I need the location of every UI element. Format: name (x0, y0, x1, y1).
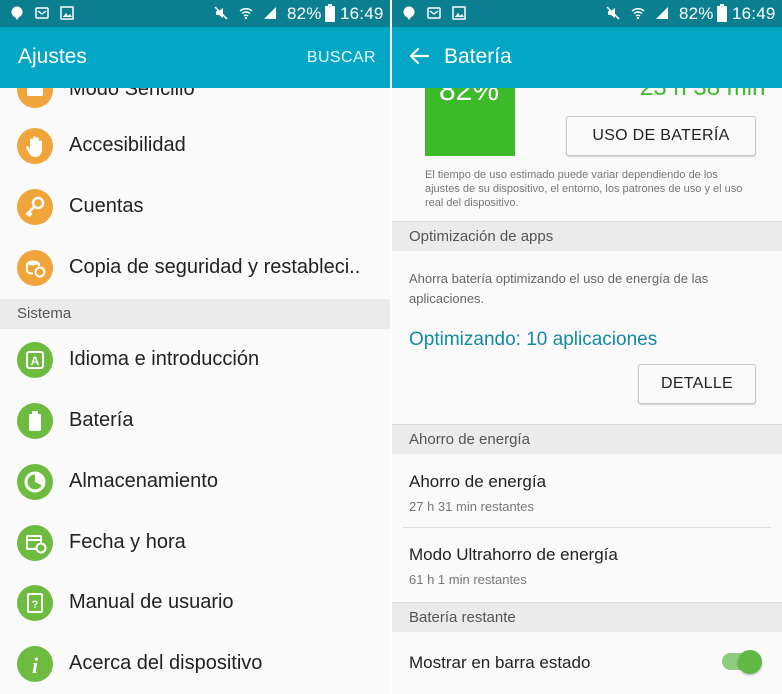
status-bar: 82% 16:49 (0, 0, 390, 27)
section-label: Optimización de apps (409, 228, 554, 245)
usage-note: El tiempo de uso estimado puede variar d… (425, 169, 743, 209)
storage-icon (17, 464, 53, 500)
app-bar: Batería (392, 27, 782, 88)
list-item-user-manual[interactable]: ? Manual de usuario (0, 573, 390, 634)
language-icon: A (17, 342, 53, 378)
section-header-system: Sistema (0, 299, 390, 329)
clock: 16:49 (732, 4, 776, 23)
manual-icon: ? (17, 585, 53, 621)
toggle-thumb[interactable] (738, 650, 762, 674)
list-item-label: Cuentas (69, 195, 144, 217)
settings-screen: Modo Sencillo Accesibilidad Cuentas Copi… (0, 0, 390, 694)
section-label: Sistema (17, 305, 72, 322)
optimization-status: Optimizando: 10 aplicaciones (409, 329, 658, 350)
page-title: Batería (444, 45, 512, 68)
signal-icon (656, 7, 668, 19)
info-icon: i (17, 646, 53, 682)
section-header-power-saving: Ahorro de energía (392, 424, 782, 454)
battery-level-box: 82% (425, 74, 515, 156)
list-item-label: Idioma e introducción (69, 348, 260, 370)
status-battery-icon (717, 4, 727, 22)
list-item-label: Copia de seguridad y restableci.. (69, 256, 361, 278)
image-icon (452, 6, 466, 20)
svg-text:i: i (32, 653, 39, 678)
list-item-label: Manual de usuario (69, 591, 234, 613)
item-subtitle: 61 h 1 min restantes (409, 572, 527, 587)
list-item-backup[interactable]: Copia de seguridad y restableci.. (0, 238, 390, 299)
item-subtitle: 27 h 31 min restantes (409, 499, 535, 514)
clock: 16:49 (340, 4, 384, 23)
page-title: Ajustes (18, 45, 87, 68)
back-arrow-icon[interactable] (408, 45, 430, 67)
item-title: Modo Ultrahorro de energía (409, 545, 618, 564)
battery-icon (17, 403, 53, 439)
item-title: Ahorro de energía (409, 472, 547, 491)
search-button[interactable]: BUSCAR (307, 49, 376, 67)
backup-icon (17, 250, 53, 286)
list-item-date-time[interactable]: Fecha y hora (0, 513, 390, 574)
section-header-app-optimization: Optimización de apps (392, 221, 782, 251)
item-title: Mostrar en barra estado (409, 653, 591, 672)
notification-icon (11, 6, 23, 20)
app-bar: Ajustes BUSCAR (0, 27, 390, 88)
signal-icon (264, 7, 276, 19)
list-item-accessibility[interactable]: Accesibilidad (0, 116, 390, 177)
list-item-about-device[interactable]: i Acerca del dispositivo (0, 634, 390, 694)
notification-icon (403, 6, 415, 20)
detail-button[interactable]: DETALLE (638, 364, 756, 404)
status-battery-icon (325, 4, 335, 22)
battery-screen: 82% 23 h 38 min USO DE BATERÍA El tiempo… (392, 0, 782, 694)
image-icon (60, 6, 74, 20)
list-item-ultra-power-saving[interactable]: Modo Ultrahorro de energía 61 h 1 min re… (392, 528, 782, 600)
section-label: Batería restante (409, 609, 516, 626)
list-item-battery[interactable]: Batería (0, 391, 390, 452)
calendar-icon (17, 525, 53, 561)
wifi-icon (239, 7, 253, 20)
section-label: Ahorro de energía (409, 431, 530, 448)
mute-icon (214, 6, 228, 20)
wifi-icon (631, 7, 645, 20)
battery-percent: 82% (287, 4, 322, 23)
list-item-label: Accesibilidad (69, 134, 186, 156)
list-item-label: Almacenamiento (69, 470, 218, 492)
battery-usage-button[interactable]: USO DE BATERÍA (566, 116, 756, 156)
optimization-description: Ahorra batería optimizando el uso de ene… (409, 271, 709, 306)
svg-text:?: ? (32, 599, 39, 611)
list-item-label: Batería (69, 409, 134, 431)
message-icon (35, 7, 49, 19)
list-item-label: Acerca del dispositivo (69, 652, 263, 674)
hand-icon (17, 128, 53, 164)
list-item-language[interactable]: A Idioma e introducción (0, 330, 390, 391)
list-item-accounts[interactable]: Cuentas (0, 177, 390, 238)
list-item-power-saving[interactable]: Ahorro de energía 27 h 31 min restantes (392, 455, 782, 527)
svg-text:A: A (31, 354, 40, 368)
section-header-battery-remaining: Batería restante (392, 602, 782, 632)
status-bar: 82% 16:49 (392, 0, 782, 27)
battery-percent: 82% (679, 4, 714, 23)
message-icon (427, 7, 441, 19)
mute-icon (606, 6, 620, 20)
key-icon (17, 189, 53, 225)
list-item-label: Fecha y hora (69, 531, 186, 553)
list-item-storage[interactable]: Almacenamiento (0, 452, 390, 513)
